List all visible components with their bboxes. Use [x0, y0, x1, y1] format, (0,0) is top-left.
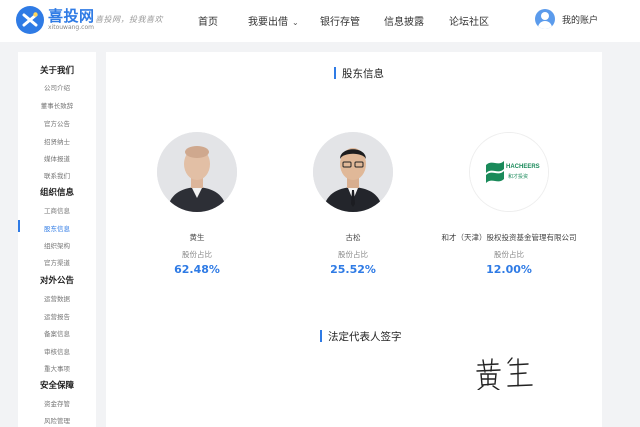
nav-label: 银行存管: [320, 17, 360, 28]
shareholder-card: HACHEERS 和才投资 和才（天津）股权投资基金管理有限公司 股份占比 12…: [429, 132, 589, 276]
sidebar-item-shareholders[interactable]: 股东信息: [18, 223, 96, 233]
nav-label: 信息披露: [384, 17, 424, 28]
logo-domain: xitouwang.com: [48, 24, 94, 31]
sidebar-item-audit-info[interactable]: 审核信息: [18, 346, 96, 356]
section-title-shareholders: 股东信息: [334, 66, 384, 81]
account-menu[interactable]: 我的账户: [535, 9, 598, 29]
share-label: 股份占比: [182, 250, 212, 259]
top-header: 喜投网 xitouwang.com 喜投网，投我喜欢 首页 我要出借 ⌄ 银行存管…: [0, 0, 640, 42]
logo-slogan: 喜投网，投我喜欢: [95, 15, 163, 24]
site-logo[interactable]: 喜投网 xitouwang.com: [16, 6, 95, 34]
sidebar-item-chairman-speech[interactable]: 董事长致辞: [18, 100, 96, 110]
company-logo-text: HACHEERS: [506, 164, 540, 170]
account-label: 我的账户: [562, 15, 599, 26]
sidebar-item-business-info[interactable]: 工商信息: [18, 205, 96, 215]
nav-forum[interactable]: 论坛社区: [449, 13, 489, 28]
sidebar-item-careers[interactable]: 招贤纳士: [18, 136, 96, 146]
logo-name: 喜投网: [48, 7, 95, 25]
nav-label: 我要出借: [248, 17, 288, 28]
shareholder-name: 和才（天津）股权投资基金管理有限公司: [441, 233, 577, 242]
sidebar-item-risk-management[interactable]: 风险管理: [18, 415, 96, 425]
nav-bank-custody[interactable]: 银行存管: [320, 13, 360, 28]
sidebar-item-company-intro[interactable]: 公司介绍: [18, 82, 96, 92]
sidebar-item-official-channels[interactable]: 官方渠道: [18, 257, 96, 267]
sidebar-item-operation-data[interactable]: 运营数据: [18, 293, 96, 303]
nav-label: 论坛社区: [449, 17, 489, 28]
shareholder-card: 黄生 股份占比 62.48%: [117, 132, 277, 276]
logo-icon: [16, 6, 44, 34]
person-photo: [157, 132, 237, 212]
sidebar-item-official-notices[interactable]: 官方公告: [18, 118, 96, 128]
section-title-legal-rep: 法定代表人签字: [320, 329, 402, 344]
company-logo: HACHEERS 和才投资: [469, 132, 549, 212]
shareholder-name: 黄生: [189, 233, 205, 242]
nav-label: 首页: [198, 17, 218, 28]
shareholder-name: 古松: [345, 233, 361, 242]
sidebar: 关于我们 公司介绍 董事长致辞 官方公告 招贤纳士 媒体报道 联系我们 组织信息…: [18, 52, 96, 427]
sidebar-item-fund-custody[interactable]: 资金存管: [18, 398, 96, 408]
share-value: 62.48%: [174, 263, 220, 276]
sidebar-item-major-events[interactable]: 重大事项: [18, 363, 96, 373]
main-content: 股东信息 黄生 股份占比 62.48% 古松 股份占比 25.52% HACHE…: [106, 52, 602, 427]
sidebar-item-media[interactable]: 媒体报道: [18, 153, 96, 163]
person-photo: [313, 132, 393, 212]
company-logo-subtext: 和才投资: [508, 174, 529, 180]
share-value: 12.00%: [486, 263, 532, 276]
sidebar-group-announcements: 对外公告: [39, 276, 74, 286]
sidebar-item-filing-info[interactable]: 备案信息: [18, 328, 96, 338]
nav-home[interactable]: 首页: [198, 13, 218, 28]
sidebar-group-organization: 组织信息: [39, 188, 74, 198]
signature-image: [474, 356, 536, 394]
nav-disclosure[interactable]: 信息披露: [384, 13, 424, 28]
share-label: 股份占比: [494, 250, 524, 259]
avatar: [535, 9, 555, 29]
sidebar-item-operation-reports[interactable]: 运营报告: [18, 311, 96, 321]
sidebar-item-contact[interactable]: 联系我们: [18, 170, 96, 180]
sidebar-group-security: 安全保障: [39, 381, 74, 391]
sidebar-group-about: 关于我们: [39, 66, 74, 76]
share-value: 25.52%: [330, 263, 376, 276]
shareholder-card: 古松 股份占比 25.52%: [273, 132, 433, 276]
sidebar-item-org-structure[interactable]: 组织架构: [18, 240, 96, 250]
nav-invest[interactable]: 我要出借 ⌄: [248, 13, 299, 28]
chevron-down-icon: ⌄: [292, 18, 299, 27]
share-label: 股份占比: [338, 250, 368, 259]
